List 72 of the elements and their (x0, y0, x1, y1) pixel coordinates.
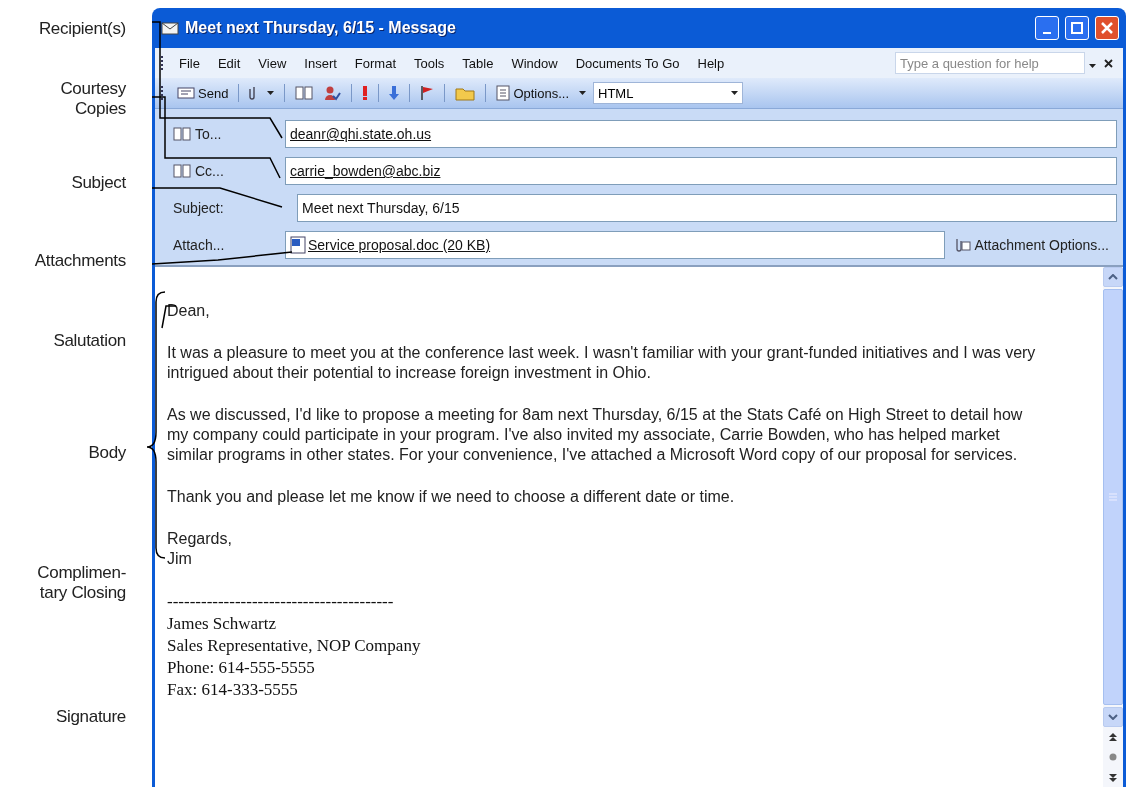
double-down-arrow-icon (1109, 772, 1117, 782)
menu-item[interactable]: File (170, 55, 209, 71)
field-label: Subject: (172, 200, 225, 216)
annotation-label: Subject (71, 173, 126, 193)
address-button[interactable]: To... (161, 125, 285, 143)
menu-item[interactable]: Help (688, 55, 734, 71)
closing-text: Jim (167, 549, 193, 569)
scrollbar-thumb[interactable] (1103, 289, 1123, 705)
menu-item[interactable]: Documents To Go (566, 55, 689, 71)
input-field[interactable]: carrie_bowden@abc.biz (285, 157, 1117, 185)
maximize-icon (1071, 22, 1083, 34)
menu-item[interactable]: Insert (295, 55, 346, 71)
attach-button[interactable]: Attach... (161, 236, 285, 254)
minimize-icon (1043, 32, 1051, 34)
caret-icon (579, 91, 586, 95)
body-paragraph: It was a pleasure to meet you at the conference last week. I wasn't familiar with your grant-funded initiatives and I was very intrigued about their potential to increase foreign investment in Ohio. (167, 343, 1037, 383)
body-paragraph: As we discussed, I'd like to propose a meeting for 8am next Thursday, 6/15 at the Stats Café on High Street to detail how my company could participate in your program. I've also invited my associate, Carrie Bowden, who has helped market similar programs in other states. For your convenience, I've attached a Microsoft Word copy of our proposal for services. (167, 405, 1024, 465)
signature-line: Sales Representative, NOP Company (167, 635, 422, 657)
annotation-label: Body (88, 442, 126, 463)
salutation-text: Dean, (167, 301, 211, 321)
annotation-label: Courtesy Copies (60, 78, 126, 119)
signature-line: Fax: 614-333-5555 (167, 679, 299, 701)
circle-icon (1109, 753, 1117, 761)
minimize-button[interactable] (1035, 16, 1059, 40)
menu-item[interactable]: View (249, 55, 296, 71)
options-button[interactable]: Options... (493, 81, 572, 105)
attachment-link[interactable]: Service proposal.doc (20 KB) (290, 236, 491, 254)
paperclip-icon (953, 237, 972, 253)
send-button[interactable]: Send (174, 81, 232, 105)
close-icon (1101, 22, 1113, 34)
address-book-icon (295, 86, 314, 100)
body-paragraph: Thank you and please let me know if we need to choose a different date or time. (167, 487, 736, 507)
double-up-arrow-icon (1109, 732, 1117, 742)
input-field[interactable]: deanr@qhi.state.oh.us (285, 120, 1117, 148)
paperclip-icon (249, 85, 258, 101)
signature-line: ---------------------------------------- (167, 591, 395, 613)
person-check-icon (323, 85, 342, 101)
address-book-icon (173, 164, 191, 178)
document-icon (496, 85, 511, 101)
annotation-label: Recipient(s) (38, 18, 126, 39)
caret-icon (731, 91, 738, 95)
annotation-label: Complimen- tary Closing (37, 562, 126, 603)
signature-line: Phone: 614-555-5555 (167, 657, 316, 679)
attachment-options-button[interactable]: Attachment Options... (945, 237, 1117, 253)
chevron-down-icon (1108, 714, 1118, 720)
flag-icon (420, 85, 435, 101)
address-book-icon (173, 127, 191, 141)
down-arrow-icon (389, 85, 400, 101)
exclamation-icon (362, 85, 369, 101)
annotation-label: Attachments (34, 250, 126, 271)
caret-icon (1089, 64, 1096, 68)
help-search-field[interactable]: Type a question for help (895, 52, 1085, 74)
window-title: Meet next Thursday, 6/15 - Message (185, 19, 457, 37)
menu-item[interactable]: Format (345, 55, 405, 71)
scroll-up-button[interactable] (1103, 267, 1123, 287)
signature-line: James Schwartz (167, 613, 278, 635)
attachment-field[interactable]: Service proposal.doc (20 KB) (285, 231, 946, 259)
caret-icon (267, 91, 275, 95)
menu-item[interactable]: Table (453, 55, 503, 71)
menu-item[interactable]: Tools (405, 55, 454, 71)
menu-item[interactable]: Edit (208, 55, 250, 71)
closing-text: Regards, (167, 529, 233, 549)
folder-icon (455, 85, 476, 101)
maximize-button[interactable] (1065, 16, 1089, 40)
menu-item[interactable]: Window (502, 55, 567, 71)
close-icon (1104, 59, 1113, 68)
input-field[interactable]: Meet next Thursday, 6/15 (297, 194, 1117, 222)
address-button[interactable]: Cc... (161, 162, 285, 180)
annotation-label: Salutation (53, 331, 126, 351)
chevron-up-icon (1108, 274, 1118, 280)
annotation-label: Signature (55, 707, 126, 727)
format-select[interactable]: HTML (593, 82, 743, 104)
